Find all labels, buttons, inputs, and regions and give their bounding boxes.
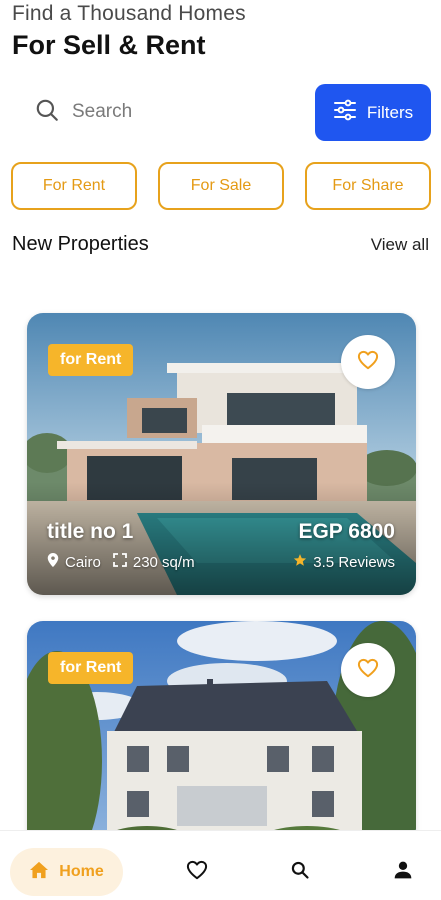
favorite-button[interactable] bbox=[341, 643, 395, 697]
location-pin-icon bbox=[47, 553, 65, 571]
nav-favorites[interactable] bbox=[184, 859, 210, 885]
page-title: For Sell & Rent bbox=[12, 30, 206, 60]
heart-icon bbox=[357, 350, 379, 375]
property-meta: Cairo 230 sq/m bbox=[47, 553, 195, 571]
property-area: 230 sq/m bbox=[132, 553, 195, 571]
property-area-group: 230 sq/m bbox=[112, 553, 195, 571]
chip-for-rent[interactable]: For Rent bbox=[11, 162, 137, 210]
property-price: EGP 6800 bbox=[298, 520, 395, 543]
listing-type-badge: for Rent bbox=[48, 344, 134, 376]
property-rating: 3.5 Reviews bbox=[313, 553, 395, 571]
nav-search[interactable] bbox=[287, 859, 313, 885]
property-reviews: 3.5 Reviews bbox=[293, 553, 395, 571]
nav-profile[interactable] bbox=[390, 859, 416, 885]
header-subtitle: Find a Thousand Homes bbox=[12, 2, 246, 25]
search-input[interactable] bbox=[72, 101, 272, 123]
section-title: New Properties bbox=[12, 233, 149, 255]
home-screen: Find a Thousand Homes For Sell & Rent Fi… bbox=[0, 0, 441, 900]
favorite-button[interactable] bbox=[341, 335, 395, 389]
heart-icon bbox=[186, 860, 208, 885]
bottom-navigation: Home bbox=[0, 830, 441, 900]
filters-button[interactable]: Filters bbox=[315, 84, 431, 141]
property-card[interactable]: for Rent title no 1 EGP 6800 Cairo 230 s… bbox=[27, 313, 416, 595]
search-bar[interactable] bbox=[12, 88, 300, 136]
listing-type-badge: for Rent bbox=[48, 652, 134, 684]
property-location: Cairo bbox=[65, 553, 101, 571]
star-icon bbox=[293, 553, 313, 571]
search-icon bbox=[290, 860, 310, 885]
view-all-link[interactable]: View all bbox=[371, 235, 429, 255]
search-icon bbox=[34, 97, 60, 128]
nav-home-label: Home bbox=[59, 863, 104, 880]
home-icon bbox=[29, 861, 49, 884]
user-icon bbox=[393, 860, 413, 885]
expand-icon bbox=[112, 553, 133, 571]
nav-home[interactable]: Home bbox=[10, 848, 123, 896]
heart-icon bbox=[357, 658, 379, 683]
property-title: title no 1 bbox=[47, 520, 134, 543]
sliders-icon bbox=[333, 99, 357, 126]
chip-for-sale[interactable]: For Sale bbox=[158, 162, 284, 210]
chip-for-share[interactable]: For Share bbox=[305, 162, 431, 210]
filters-label: Filters bbox=[366, 102, 414, 122]
